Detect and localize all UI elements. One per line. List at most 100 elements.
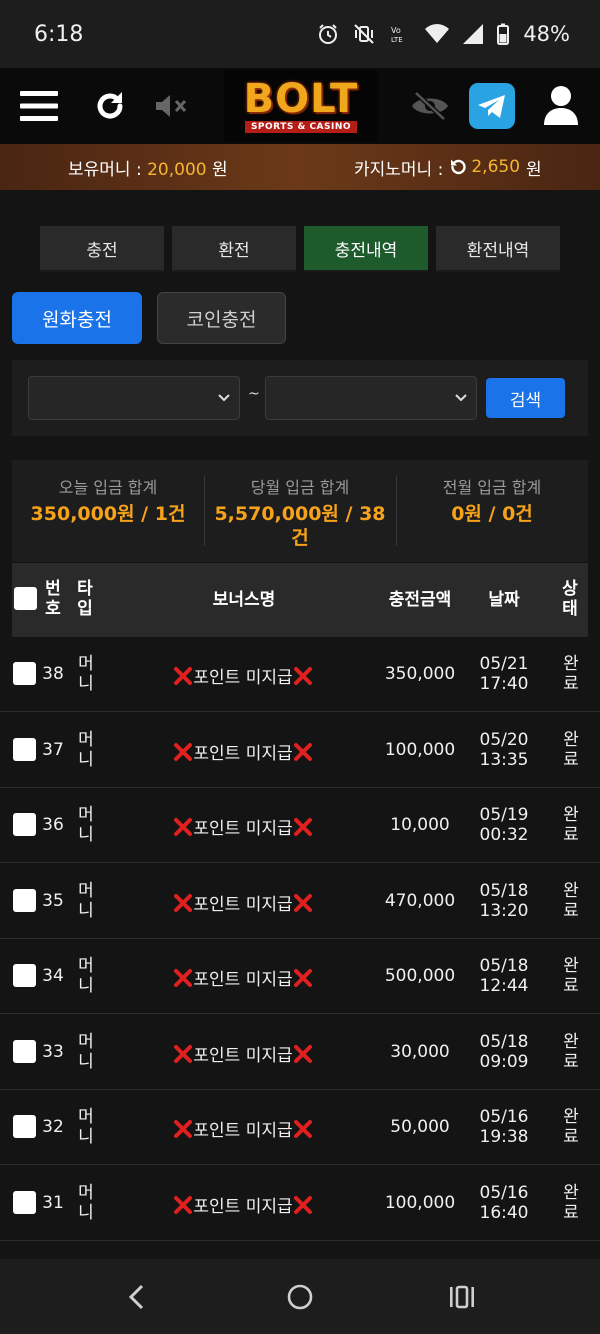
row-type: 머니 bbox=[78, 1107, 94, 1147]
casino-money-unit: 원 bbox=[526, 159, 542, 180]
vibrate-off-icon bbox=[354, 24, 375, 44]
summary-value: 350,000원 / 1건 bbox=[30, 503, 186, 525]
bonus-text: 포인트 미지급 bbox=[193, 1045, 293, 1066]
telegram-icon bbox=[469, 83, 515, 129]
summary-value: 0원 / 0건 bbox=[451, 503, 533, 525]
header-status: 상태 bbox=[562, 579, 578, 619]
row-datetime: 05/19 00:32 bbox=[479, 805, 529, 845]
bonus-text: 포인트 미지급 bbox=[193, 743, 293, 764]
tab-deposit[interactable]: 충전 bbox=[40, 226, 164, 272]
refresh-icon bbox=[97, 92, 123, 119]
row-status: 완료 bbox=[563, 956, 579, 996]
chevron-down-icon bbox=[218, 394, 230, 402]
casino-money: 카지노머니 : 2,650 원 bbox=[354, 155, 542, 180]
cross-mark-icon bbox=[174, 1120, 193, 1138]
casino-money-label: 카지노머니 : bbox=[354, 159, 444, 180]
table-row: 34 머 니 포인트 미지급 500,000 05/18 12:44 완 료 bbox=[0, 939, 600, 1014]
row-checkbox[interactable] bbox=[13, 1039, 36, 1063]
summary-today: 오늘 입금 합계 350,000원 / 1건 bbox=[12, 460, 204, 562]
header-date: 날짜 bbox=[488, 590, 520, 610]
holding-money-unit: 원 bbox=[212, 159, 228, 180]
profile-button[interactable] bbox=[540, 68, 582, 144]
user-icon bbox=[544, 86, 578, 125]
select-all-checkbox[interactable] bbox=[14, 587, 37, 610]
row-status: 완료 bbox=[563, 729, 579, 770]
row-checkbox[interactable] bbox=[13, 813, 36, 836]
table-row: 33 머 니 포인트 미지급 30,000 05/18 09:09 완 료 bbox=[0, 1015, 600, 1090]
row-checkbox[interactable] bbox=[13, 662, 36, 685]
row-datetime: 05/20 13:35 bbox=[479, 729, 529, 770]
row-status: 완료 bbox=[563, 654, 579, 694]
row-amount: 10,000 bbox=[390, 815, 450, 835]
tab-withdraw-history[interactable]: 환전내역 bbox=[436, 226, 560, 272]
cross-mark-icon bbox=[293, 893, 312, 912]
battery-percent: 48% bbox=[523, 22, 570, 46]
mute-button[interactable] bbox=[152, 68, 190, 144]
tab-withdraw[interactable]: 환전 bbox=[172, 226, 296, 272]
row-datetime: 05/16 19:38 bbox=[479, 1107, 529, 1147]
row-checkbox[interactable] bbox=[13, 964, 36, 987]
recents-icon[interactable] bbox=[448, 1283, 476, 1311]
row-checkbox[interactable] bbox=[13, 737, 36, 761]
row-status: 완료 bbox=[563, 1182, 579, 1223]
logo-subtitle: SPORTS & CASINO bbox=[244, 121, 358, 133]
row-checkbox[interactable] bbox=[13, 1115, 36, 1138]
row-number: 33 bbox=[42, 1041, 64, 1062]
refresh-small-icon bbox=[451, 159, 467, 175]
cross-mark-icon bbox=[293, 742, 312, 761]
tab-deposit-history[interactable]: 충전내역 bbox=[304, 226, 428, 272]
cross-mark-icon bbox=[174, 667, 193, 685]
chevron-down-icon bbox=[455, 394, 467, 402]
row-type: 머니 bbox=[78, 654, 94, 694]
cross-mark-icon bbox=[174, 969, 193, 987]
start-date-select[interactable] bbox=[28, 376, 240, 420]
svg-text:LTE: LTE bbox=[391, 36, 403, 44]
bolt-logo[interactable]: BOLT SPORTS & CASINO bbox=[224, 70, 378, 142]
bonus-text: 포인트 미지급 bbox=[193, 1121, 293, 1141]
status-icons: Vo LTE 48% bbox=[317, 22, 570, 46]
row-datetime: 05/18 09:09 bbox=[479, 1031, 529, 1072]
menu-button[interactable] bbox=[18, 68, 60, 144]
row-datetime: 05/16 16:40 bbox=[479, 1182, 529, 1223]
refresh-button[interactable] bbox=[90, 68, 130, 144]
row-number: 36 bbox=[42, 815, 64, 835]
telegram-button[interactable] bbox=[468, 68, 516, 144]
table-row: 35 머 니 포인트 미지급 470,000 05/18 13:20 완 료 bbox=[0, 864, 600, 939]
cross-mark-icon bbox=[174, 818, 193, 836]
krw-deposit-button[interactable]: 원화충전 bbox=[12, 292, 142, 344]
end-date-select[interactable] bbox=[265, 376, 477, 420]
row-amount: 500,000 bbox=[384, 966, 456, 986]
cross-mark-icon bbox=[174, 1044, 193, 1063]
back-icon[interactable] bbox=[126, 1283, 148, 1311]
cross-mark-icon bbox=[293, 667, 312, 685]
casino-money-value: 2,650 bbox=[471, 157, 521, 177]
row-number: 38 bbox=[42, 664, 64, 684]
casino-refresh-button[interactable] bbox=[449, 158, 467, 176]
hide-button[interactable] bbox=[408, 68, 452, 144]
table-row: 32 머 니 포인트 미지급 50,000 05/16 19:38 완 료 bbox=[0, 1090, 600, 1165]
row-datetime: 05/18 13:20 bbox=[479, 880, 529, 921]
summary-label: 전월 입금 합계 bbox=[442, 478, 542, 497]
row-type: 머니 bbox=[78, 880, 94, 921]
volte-icon: VoLTE bbox=[391, 26, 403, 44]
bonus-text: 포인트 미지급 bbox=[193, 970, 293, 990]
header-amount: 충전금액 bbox=[388, 590, 452, 610]
search-button[interactable]: 검색 bbox=[486, 378, 565, 418]
row-status: 완료 bbox=[563, 805, 579, 845]
table-row: 31 머 니 포인트 미지급 100,000 05/16 16:40 완 료 bbox=[0, 1166, 600, 1241]
money-bar: 보유머니 : 20,000 원 카지노머니 : 2,650 원 bbox=[0, 144, 600, 190]
row-checkbox[interactable] bbox=[13, 1190, 36, 1214]
alarm-icon bbox=[319, 24, 338, 44]
row-type: 머니 bbox=[78, 1182, 94, 1223]
home-icon[interactable] bbox=[286, 1283, 314, 1311]
table-row: 38 머 니 포인트 미지급 350,000 05/21 17:40 완 료 bbox=[0, 637, 600, 712]
summary-this-month: 당월 입금 합계 5,570,000원 / 38 건 bbox=[204, 460, 396, 562]
row-bonus-name: 포인트 미지급 bbox=[150, 1192, 336, 1217]
row-bonus-name: 포인트 미지급 bbox=[150, 890, 336, 915]
row-bonus-name: 포인트 미지급 bbox=[150, 739, 336, 764]
row-bonus-name: 포인트 미지급 bbox=[150, 814, 336, 839]
row-checkbox[interactable] bbox=[13, 888, 36, 912]
coin-deposit-button[interactable]: 코인충전 bbox=[157, 292, 286, 344]
summary-label: 당월 입금 합계 bbox=[250, 478, 350, 497]
row-amount: 100,000 bbox=[384, 1192, 456, 1213]
